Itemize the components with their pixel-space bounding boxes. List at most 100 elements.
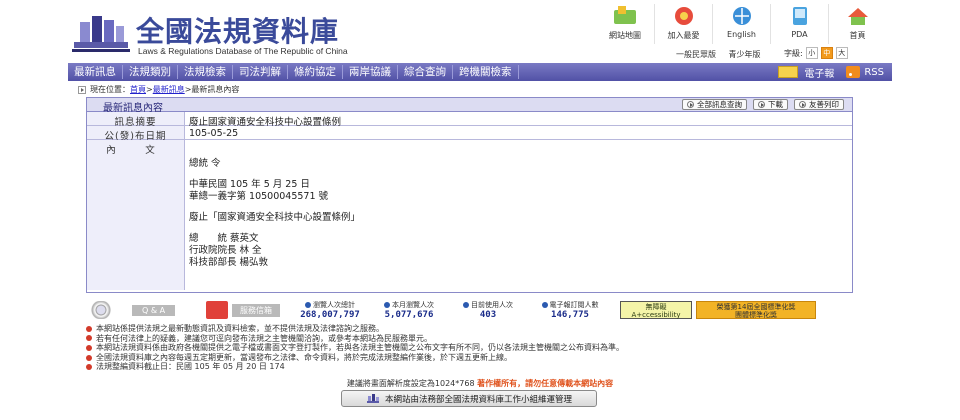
content-body: 總統 令 中華民國 105 年 5 月 25 日 華總一義字第 10500045… <box>185 140 852 290</box>
stat-label: 本月瀏覽人次 <box>392 301 434 309</box>
rss-link[interactable]: RSS <box>846 66 884 78</box>
content-line: 廢止「國家資通安全科技中心設置條例」 <box>189 212 361 223</box>
download-button[interactable]: 下載 <box>753 99 788 110</box>
youth-version-link[interactable]: 青少年版 <box>729 50 761 59</box>
accessibility-badge-title: 無障礙 <box>645 303 667 311</box>
note-text: 全國法規資料庫之內容每週五定期更新，當週發布之法律、命令資料，將於完成法規整編作… <box>96 352 512 362</box>
content-line: 中華民國 105 年 5 月 25 日 <box>189 179 310 190</box>
sitemap-label: 網站地圖 <box>609 31 641 40</box>
note-item: 本網站法規資料係由政府各機關提供之電子檔或書面文字登打製作，若與各法規主管機關之… <box>86 343 876 353</box>
bullet-icon <box>86 325 92 332</box>
newsletter-icon <box>778 66 799 78</box>
font-size-control: 字級: 小 中 大 <box>784 47 848 59</box>
footer-notice: 建議將畫面解析度設定為1024*768 著作權所有，請勿任意傳載本網站內容 <box>0 378 960 389</box>
award-badge-subtitle: 團體標準化獎 <box>735 311 777 319</box>
standardization-award-badge[interactable]: 榮獲第14屆全國標準化獎 團體標準化獎 <box>696 301 816 319</box>
service-mailbox-link[interactable]: 服務信箱 <box>206 301 290 319</box>
home-link[interactable]: 首頁 <box>828 4 886 44</box>
breadcrumb-news-link[interactable]: 最新訊息 <box>153 84 185 95</box>
nav-cross-strait[interactable]: 兩岸協議 <box>343 65 398 79</box>
mailbox-icon <box>206 301 228 319</box>
news-detail-panel: 最新訊息內容 全部訊息查詢 下載 友善列印 訊息摘要 廢止國家資通安全科技中心設… <box>86 97 853 293</box>
content-line: 科技部部長 楊弘敦 <box>189 257 269 268</box>
maintainer-badge[interactable]: 本網站由法務部全國法規資料庫工作小組維運管理 <box>341 390 597 407</box>
date-label: 公(發)布日期 <box>87 126 185 142</box>
copyright-note: 著作權所有，請勿任意傳載本網站內容 <box>477 379 614 388</box>
content-line: 總統 令 <box>189 158 221 169</box>
pda-icon <box>792 7 807 25</box>
font-size-large-button[interactable]: 大 <box>835 47 848 59</box>
content-label: 內 文 <box>87 140 185 290</box>
summary-value: 廢止國家資通安全科技中心設置條例 <box>189 117 342 128</box>
favorite-link[interactable]: 加入最愛 <box>654 4 712 44</box>
content-line: 華總一義字第 10500045571 號 <box>189 191 329 202</box>
stat-bullet-icon <box>541 302 548 308</box>
maintainer-logo-icon <box>366 393 379 403</box>
version-links: 一般民眾版 青少年版 <box>676 49 771 60</box>
note-text: 若有任何法律上的疑義，建議您可逕向發布法規之主管機關洽詢，或參考本網站為民服務單… <box>96 333 432 343</box>
stat-newsletter-subscribers: 電子報訂閱人數 146,775 <box>528 300 612 320</box>
nav-integrated-query[interactable]: 綜合查詢 <box>398 65 453 79</box>
nav-right-links: 電子報 RSS <box>766 64 884 80</box>
bullet-icon <box>86 344 92 351</box>
sitemap-icon <box>614 6 636 24</box>
award-badge-title: 榮獲第14屆全國標準化獎 <box>716 303 796 311</box>
print-friendly-button[interactable]: 友善列印 <box>794 99 844 110</box>
stat-bullet-icon <box>463 302 469 308</box>
main-nav: 最新訊息 法規類別 法規檢索 司法判解 條約協定 兩岸協議 綜合查詢 跨機關檢索… <box>68 63 892 81</box>
rss-icon <box>846 66 861 78</box>
all-news-query-button[interactable]: 全部訊息查詢 <box>682 99 747 110</box>
site-subtitle: Laws & Regulations Database of The Repub… <box>138 46 348 56</box>
ebook-link[interactable]: 電子報 <box>778 65 834 80</box>
home-icon <box>847 8 868 25</box>
stat-label: 電子報訂閱人數 <box>549 301 599 309</box>
content-row: 內 文 總統 令 中華民國 105 年 5 月 25 日 華總一義字第 1050… <box>87 140 852 290</box>
english-link[interactable]: English <box>712 4 770 44</box>
accessibility-badge[interactable]: 無障礙 A+ccessibility <box>620 301 692 319</box>
resolution-note: 建議將畫面解析度設定為1024*768 <box>346 379 475 388</box>
download-label: 下載 <box>768 100 783 109</box>
panel-header: 最新訊息內容 全部訊息查詢 下載 友善列印 <box>87 98 852 114</box>
nav-law-categories[interactable]: 法規類別 <box>123 65 178 79</box>
nav-law-search[interactable]: 法規檢索 <box>178 65 233 79</box>
public-version-link[interactable]: 一般民眾版 <box>676 50 716 59</box>
ebook-label: 電子報 <box>804 68 835 80</box>
all-news-query-label: 全部訊息查詢 <box>697 100 742 109</box>
stat-label: 瀏覽人次總計 <box>313 301 355 309</box>
sitemap-link[interactable]: 網站地圖 <box>596 4 654 44</box>
font-size-small-button[interactable]: 小 <box>805 47 818 59</box>
note-text: 本網站法規資料係由政府各機關提供之電子檔或書面文字登打製作，若與各法規主管機關之… <box>96 343 624 353</box>
arrow-circle-icon <box>687 101 694 108</box>
stat-value: 146,775 <box>551 310 589 320</box>
logo-emblem-icon <box>72 16 130 52</box>
pda-link[interactable]: PDA <box>770 4 828 44</box>
arrow-circle-icon <box>799 101 806 108</box>
nav-judicial-interpretations[interactable]: 司法判解 <box>233 65 288 79</box>
breadcrumb-home-link[interactable]: 首頁 <box>130 84 146 95</box>
favorite-icon <box>674 7 693 25</box>
breadcrumb-prefix: 現在位置： <box>90 85 130 94</box>
stat-value: 403 <box>479 310 497 320</box>
nav-cross-agency-search[interactable]: 跨機關檢索 <box>453 65 519 79</box>
nav-treaties[interactable]: 條約協定 <box>288 65 343 79</box>
site-logo[interactable]: 全國法規資料庫 Laws & Regulations Database of T… <box>72 8 372 56</box>
note-item: 本網站係提供法規之最新動態資訊及資料檢索，並不提供法規及法律諮詢之服務。 <box>86 324 876 334</box>
stat-total-visits: 瀏覽人次總計 268,007,797 <box>291 300 369 320</box>
qa-link[interactable]: Q & A <box>86 301 202 319</box>
top-icon-bar: 網站地圖 加入最愛 English PDA 首頁 <box>596 4 886 44</box>
bullet-icon <box>86 364 92 371</box>
pda-label: PDA <box>791 30 808 39</box>
note-text: 法規整編資料截止日：民國 105 年 05 月 20 日 174 <box>96 362 285 372</box>
note-item: 若有任何法律上的疑義，建議您可逕向發布法規之主管機關洽詢，或參考本網站為民服務單… <box>86 334 876 344</box>
stat-current-users: 目前使用人次 403 <box>449 300 527 320</box>
english-icon <box>732 7 751 25</box>
content-line <box>189 203 848 212</box>
site-title: 全國法規資料庫 <box>136 15 340 48</box>
nav-latest-news[interactable]: 最新訊息 <box>68 65 123 79</box>
panel-actions: 全部訊息查詢 下載 友善列印 <box>676 99 844 110</box>
content-line: 總 統 蔡英文 <box>189 233 259 244</box>
summary-row: 訊息摘要 廢止國家資通安全科技中心設置條例 <box>87 112 852 128</box>
font-size-label: 字級: <box>784 48 803 58</box>
font-size-medium-button[interactable]: 中 <box>820 47 833 59</box>
rss-label: RSS <box>864 66 884 78</box>
